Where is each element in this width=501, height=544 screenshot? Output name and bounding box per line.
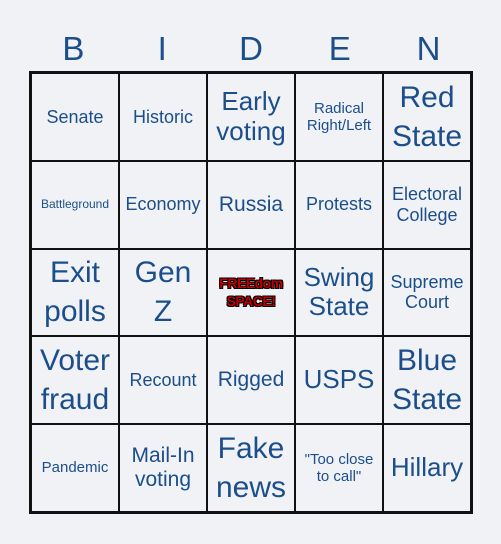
bingo-cell[interactable]: Swing State — [295, 248, 383, 337]
bingo-cell[interactable]: Battleground — [31, 160, 119, 249]
bingo-cell[interactable]: Russia — [207, 160, 295, 249]
bingo-cell[interactable]: Supreme Court — [383, 248, 471, 337]
bingo-cell[interactable]: Radical Right/Left — [295, 73, 383, 161]
bingo-cell[interactable]: Rigged — [207, 336, 295, 425]
header-letter-n: N — [416, 30, 441, 67]
bingo-cell[interactable]: Pandemic — [31, 424, 119, 512]
header-letter-i: I — [157, 30, 167, 67]
header-letter-d: D — [239, 30, 263, 67]
bingo-header: B I D E N — [29, 28, 473, 70]
bingo-cell[interactable]: Senate — [31, 73, 119, 161]
bingo-cell[interactable]: Historic — [119, 73, 207, 161]
header-letter-e: E — [328, 30, 351, 67]
bingo-cell[interactable]: Early voting — [207, 73, 295, 161]
bingo-cell[interactable]: USPS — [295, 336, 383, 425]
bingo-cell[interactable]: Recount — [119, 336, 207, 425]
bingo-cell[interactable]: Protests — [295, 160, 383, 249]
header-letter-b: B — [62, 30, 85, 67]
bingo-cell[interactable]: Hillary — [383, 424, 471, 512]
free-space-cell[interactable]: FREEdom SPACE! — [207, 248, 295, 337]
bingo-cell[interactable]: Blue State — [383, 336, 471, 425]
bingo-cell[interactable]: Voter fraud — [31, 336, 119, 425]
bingo-cell[interactable]: Exit polls — [31, 248, 119, 337]
bingo-cell[interactable]: Red State — [383, 73, 471, 161]
bingo-board: Senate Historic Early voting Radical Rig… — [29, 71, 473, 514]
bingo-cell[interactable]: Mail-In voting — [119, 424, 207, 512]
bingo-cell[interactable]: Gen Z — [119, 248, 207, 337]
bingo-cell[interactable]: "Too close to call" — [295, 424, 383, 512]
bingo-cell[interactable]: Electoral College — [383, 160, 471, 249]
bingo-cell[interactable]: Economy — [119, 160, 207, 249]
bingo-cell[interactable]: Fake news — [207, 424, 295, 512]
